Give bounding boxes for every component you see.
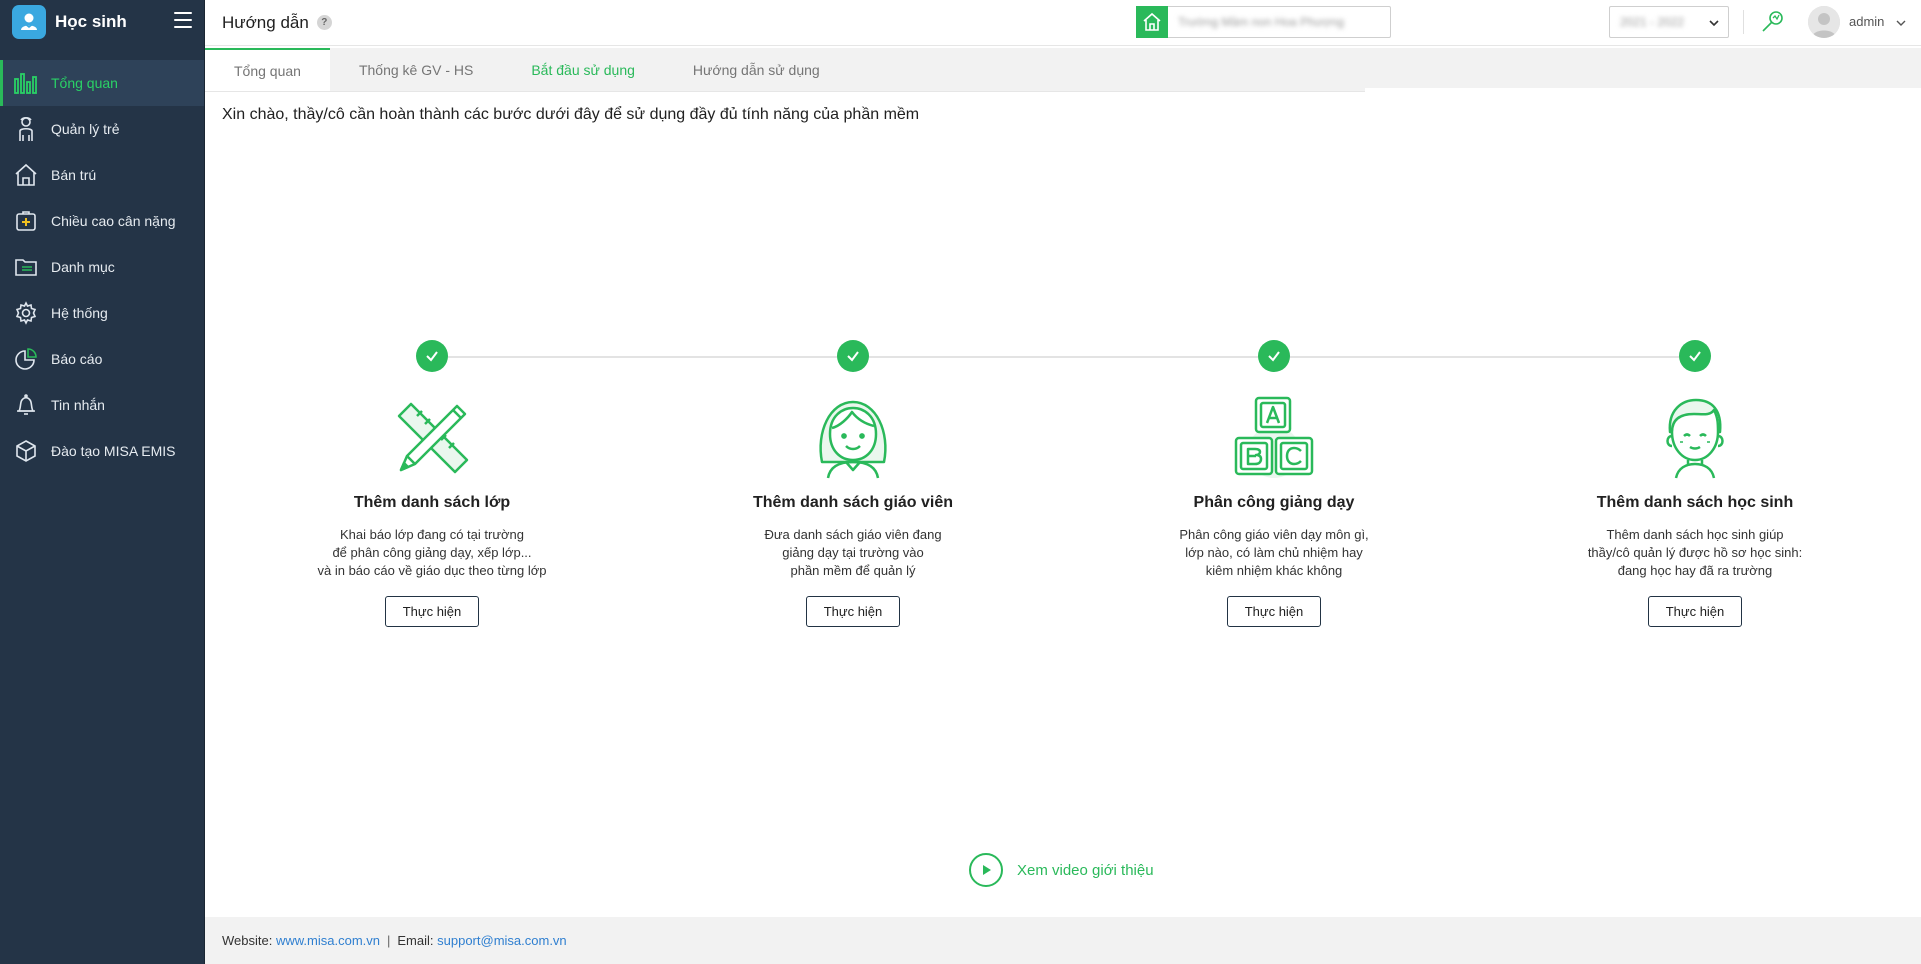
gear-icon: [12, 299, 40, 327]
username[interactable]: admin: [1849, 14, 1884, 29]
check-icon: [1258, 340, 1290, 372]
tab-huong-dan-su-dung[interactable]: Hướng dẫn sử dụng: [664, 48, 849, 91]
check-icon: [1679, 340, 1711, 372]
sidebar-item-dao-tao[interactable]: Đào tạo MISA EMIS: [0, 428, 204, 474]
help-icon[interactable]: ?: [316, 15, 332, 30]
chevron-down-icon[interactable]: [1895, 16, 1907, 34]
sidebar-item-label: Đào tạo MISA EMIS: [51, 443, 176, 459]
tab-bar: Tổng quan Thống kê GV - HS Bắt đầu sử dụ…: [205, 48, 1365, 92]
sidebar-item-tin-nhan[interactable]: Tin nhắn: [0, 382, 204, 428]
sidebar-item-tong-quan[interactable]: Tổng quan: [0, 60, 204, 106]
sidebar-item-bao-cao[interactable]: Báo cáo: [0, 336, 204, 382]
sidebar-item-quan-ly-tre[interactable]: Quản lý trẻ: [0, 106, 204, 152]
app-name: Học sinh: [55, 12, 127, 31]
sidebar-item-label: Hệ thống: [51, 305, 108, 321]
sidebar: Học sinh Tổng quan Quản lý trẻ Bán trú C…: [0, 0, 205, 964]
page-title: Hướng dẫn: [222, 12, 309, 32]
menu-toggle-icon[interactable]: [174, 12, 192, 28]
child-icon: [12, 115, 40, 143]
step-title: Thêm danh sách giáo viên: [752, 494, 954, 511]
student-icon: [1650, 392, 1740, 482]
intro-video-label: Xem video giới thiệu: [1017, 861, 1154, 879]
dashboard-bar-icon: [12, 69, 40, 97]
pie-chart-icon: [12, 345, 40, 373]
footer-email-link[interactable]: support@misa.com.vn: [437, 933, 567, 948]
sidebar-item-label: Quản lý trẻ: [51, 121, 120, 137]
step-action-button[interactable]: Thực hiện: [805, 596, 901, 627]
tab-thong-ke[interactable]: Thống kê GV - HS: [330, 48, 502, 91]
step-teaching-assignment: Phân công giảng dạy Phân công giáo viên …: [1129, 340, 1419, 627]
sidebar-item-ban-tru[interactable]: Bán trú: [0, 152, 204, 198]
step-description: Thêm danh sách học sinh giúp thầy/cô quả…: [1587, 527, 1803, 578]
check-icon: [416, 340, 448, 372]
step-student-list: Thêm danh sách học sinh Thêm danh sách h…: [1550, 340, 1840, 627]
greeting-text: Xin chào, thầy/cô cần hoàn thành các bướ…: [222, 106, 920, 123]
intro-video-link[interactable]: Xem video giới thiệu: [969, 853, 1154, 887]
abc-blocks-icon: [1229, 392, 1319, 482]
check-icon: [837, 340, 869, 372]
step-description: Khai báo lớp đang có tại trường để phân …: [317, 527, 547, 578]
health-plus-icon: [12, 207, 40, 235]
play-icon: [969, 853, 1003, 887]
step-action-button[interactable]: Thực hiện: [1226, 596, 1322, 627]
step-action-button[interactable]: Thực hiện: [1647, 596, 1743, 627]
sidebar-item-label: Tổng quan: [51, 75, 118, 91]
sidebar-nav: Tổng quan Quản lý trẻ Bán trú Chiều cao …: [0, 60, 204, 474]
sidebar-item-label: Báo cáo: [51, 351, 103, 367]
step-title: Phân công giảng dạy: [1193, 494, 1355, 511]
footer-website-link[interactable]: www.misa.com.vn: [276, 933, 380, 948]
step-action-button[interactable]: Thực hiện: [384, 596, 480, 627]
tab-bar-filler: [1365, 48, 1921, 88]
school-year-value: 2021 - 2022: [1620, 15, 1685, 29]
sidebar-item-label: Tin nhắn: [51, 397, 105, 413]
sidebar-item-label: Danh mục: [51, 259, 115, 275]
step-title: Thêm danh sách học sinh: [1596, 494, 1794, 511]
sidebar-item-label: Chiều cao cân nặng: [51, 213, 176, 229]
school-name: Trường Mầm non Hoa Phượng: [1178, 15, 1345, 29]
chevron-down-icon: [1708, 16, 1720, 34]
avatar[interactable]: [1808, 6, 1840, 38]
footer-email-label: Email:: [397, 933, 434, 948]
search-user-icon[interactable]: [1759, 8, 1787, 41]
tab-tong-quan[interactable]: Tổng quan: [205, 48, 330, 91]
step-description: Đưa danh sách giáo viên đang giảng dạy t…: [764, 527, 942, 578]
footer-separator: |: [387, 933, 391, 948]
header-divider: [1743, 10, 1744, 34]
sidebar-item-he-thong[interactable]: Hệ thống: [0, 290, 204, 336]
school-house-icon: [1136, 6, 1168, 38]
ruler-pencil-icon: [387, 392, 477, 482]
steps-progress-line: [432, 356, 1696, 358]
school-year-select[interactable]: 2021 - 2022: [1609, 6, 1729, 38]
cube-icon: [12, 437, 40, 465]
step-class-list: Thêm danh sách lớp Khai báo lớp đang có …: [287, 340, 577, 627]
teacher-icon: [808, 392, 898, 482]
tab-bat-dau-su-dung[interactable]: Bắt đầu sử dụng: [502, 48, 664, 91]
step-teacher-list: Thêm danh sách giáo viên Đưa danh sách g…: [708, 340, 998, 627]
school-selector[interactable]: Trường Mầm non Hoa Phượng: [1136, 6, 1391, 38]
footer-website-label: Website:: [222, 933, 273, 948]
sidebar-item-danh-muc[interactable]: Danh mục: [0, 244, 204, 290]
step-title: Thêm danh sách lớp: [353, 494, 511, 511]
bell-icon: [12, 391, 40, 419]
sidebar-item-chieu-cao-can-nang[interactable]: Chiều cao cân nặng: [0, 198, 204, 244]
house-icon: [12, 161, 40, 189]
app-logo-icon: [12, 5, 46, 39]
step-description: Phân công giáo viên dạy môn gì, lớp nào,…: [1179, 527, 1369, 578]
sidebar-item-label: Bán trú: [51, 167, 97, 183]
footer: Website: www.misa.com.vn | Email: suppor…: [205, 917, 1921, 964]
folder-list-icon: [12, 253, 40, 281]
